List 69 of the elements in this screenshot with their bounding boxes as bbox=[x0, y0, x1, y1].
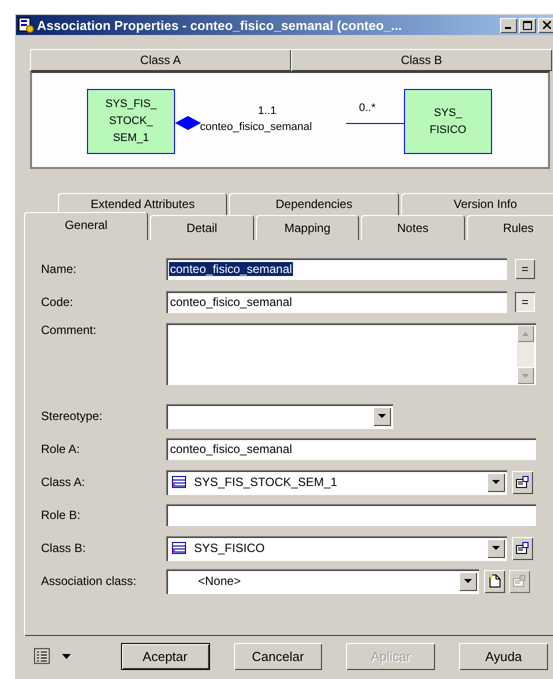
text-field[interactable]: conteo_fisico_semanal bbox=[166, 258, 507, 280]
dropdown-field[interactable]: <None> bbox=[166, 568, 479, 594]
text-field[interactable] bbox=[166, 504, 536, 526]
app-icon bbox=[18, 17, 34, 33]
tab[interactable]: Dependencies bbox=[229, 193, 399, 215]
class-header-button[interactable]: Class B bbox=[291, 49, 552, 71]
close-icon bbox=[542, 21, 550, 29]
class-icon bbox=[172, 542, 186, 554]
minimize-button[interactable] bbox=[500, 18, 517, 32]
properties-button[interactable] bbox=[512, 470, 533, 494]
scrollbar[interactable] bbox=[517, 325, 534, 384]
caret-icon bbox=[492, 546, 500, 550]
field-label: Role A: bbox=[41, 442, 81, 456]
caret-icon bbox=[464, 579, 472, 583]
field-label: Class A: bbox=[41, 475, 86, 489]
tab[interactable]: Mapping bbox=[256, 215, 360, 240]
field-label: Role B: bbox=[41, 508, 82, 522]
list-icon[interactable] bbox=[34, 648, 52, 664]
dropdown-field[interactable] bbox=[166, 404, 393, 428]
field-label: Code: bbox=[41, 295, 74, 309]
field-label: Stereotype: bbox=[41, 409, 104, 423]
sync-button[interactable]: = bbox=[515, 292, 535, 312]
association-line bbox=[346, 123, 404, 124]
properties-icon bbox=[516, 542, 529, 554]
comment-field[interactable] bbox=[166, 323, 536, 385]
composition-diamond bbox=[175, 116, 201, 130]
class-header-button[interactable]: Class A bbox=[30, 49, 291, 71]
dropdown-arrow-button[interactable] bbox=[487, 472, 505, 492]
dropdown-arrow-button[interactable] bbox=[487, 538, 505, 558]
scroll-down-icon bbox=[522, 374, 529, 378]
dropdown-arrow-button[interactable] bbox=[459, 572, 477, 590]
new-button[interactable] bbox=[484, 570, 505, 592]
tab[interactable]: Notes bbox=[361, 215, 465, 240]
class-node: SYS_FIS_ STOCK_ SEM_1 bbox=[87, 89, 175, 154]
text-field[interactable]: conteo_fisico_semanal bbox=[166, 438, 536, 460]
multiplicity-label: 1..1 bbox=[258, 105, 276, 117]
dropdown-field[interactable]: SYS_FISICO bbox=[166, 536, 507, 560]
dropdown-field[interactable]: SYS_FIS_STOCK_SEM_1 bbox=[166, 470, 507, 494]
close-button[interactable] bbox=[538, 18, 553, 32]
maximize-icon bbox=[523, 20, 532, 30]
text-field[interactable]: conteo_fisico_semanal bbox=[166, 291, 507, 313]
field-label: Name: bbox=[41, 262, 78, 276]
multiplicity-label: 0..* bbox=[359, 102, 376, 114]
window-title: Association Properties - conteo_fisico_semanal (conteo_... bbox=[37, 18, 403, 32]
caret-icon bbox=[492, 480, 500, 484]
maximize-button[interactable] bbox=[519, 18, 536, 32]
properties-icon bbox=[516, 476, 529, 488]
new-document-icon bbox=[488, 574, 500, 588]
dropdown-arrow-button[interactable] bbox=[373, 406, 391, 426]
association-name: conteo_fisico_semanal bbox=[200, 121, 312, 133]
tab[interactable]: Version Info bbox=[400, 193, 553, 215]
scroll-up-icon bbox=[522, 332, 529, 336]
dialog-button[interactable]: Aceptar bbox=[120, 642, 210, 670]
tab[interactable]: General bbox=[24, 212, 148, 240]
caret-icon[interactable] bbox=[62, 654, 71, 658]
field-label: Association class: bbox=[41, 574, 138, 588]
properties-icon bbox=[513, 575, 526, 587]
field-label: Class B: bbox=[41, 541, 87, 555]
field-label: Comment: bbox=[41, 323, 98, 337]
sync-button[interactable]: = bbox=[515, 259, 535, 279]
properties-button[interactable] bbox=[512, 536, 533, 560]
class-node: SYS_ FISICO bbox=[404, 89, 492, 154]
tab[interactable]: Detail bbox=[150, 215, 254, 240]
tab[interactable]: Rules bbox=[466, 215, 553, 240]
dialog-button[interactable]: Cancelar bbox=[234, 642, 322, 670]
dialog-button[interactable]: Ayuda bbox=[459, 642, 548, 670]
caret-icon bbox=[378, 414, 386, 418]
tab[interactable]: Extended Attributes bbox=[58, 193, 228, 215]
class-icon bbox=[172, 476, 186, 488]
